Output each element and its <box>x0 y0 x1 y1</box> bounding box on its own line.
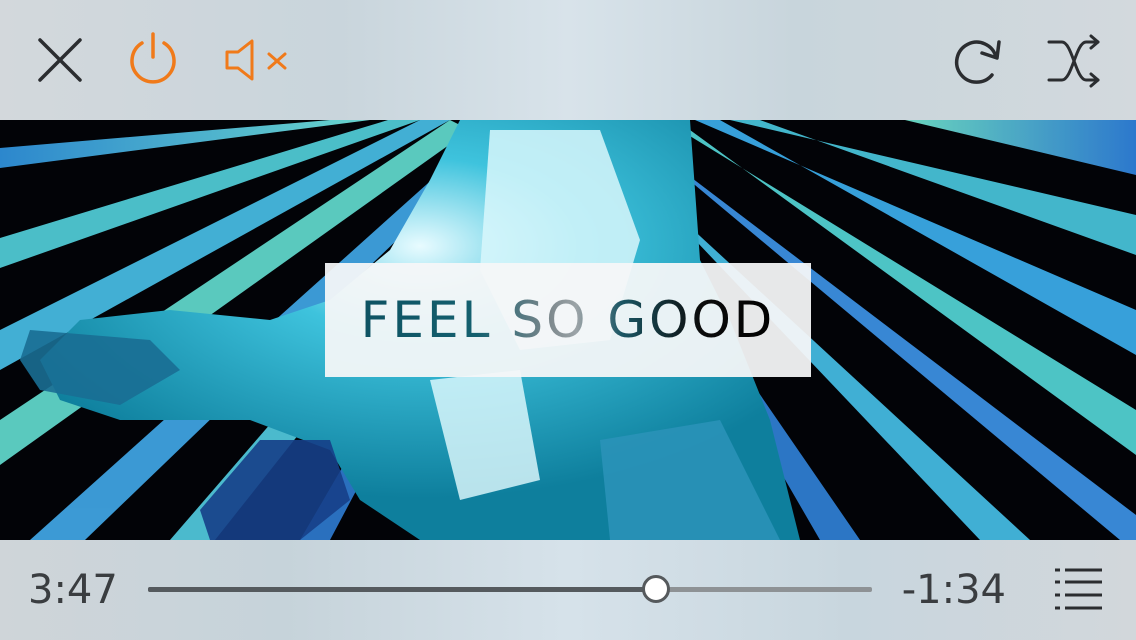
mute-button[interactable] <box>222 34 292 86</box>
playlist-button[interactable] <box>1050 563 1106 615</box>
title-overlay: FEEL SO GOOD <box>325 263 811 377</box>
video-title: FEEL SO GOOD <box>360 291 776 349</box>
power-button[interactable] <box>123 29 183 89</box>
repeat-icon <box>954 40 1001 84</box>
remaining-time: -1:34 <box>901 567 1006 613</box>
repeat-button[interactable] <box>948 31 1008 91</box>
close-button[interactable] <box>30 30 90 90</box>
top-toolbar <box>0 0 1136 120</box>
elapsed-time: 3:47 <box>28 567 118 613</box>
progress-thumb[interactable] <box>641 575 670 603</box>
playlist-icon <box>1055 568 1102 610</box>
video-frame[interactable]: FEEL SO GOOD <box>0 120 1136 540</box>
close-icon <box>38 38 82 82</box>
shuffle-button[interactable] <box>1044 32 1104 90</box>
video-player: FEEL SO GOOD 3:47 -1:34 <box>0 0 1136 640</box>
shuffle-icon <box>1047 34 1100 88</box>
progress-slider[interactable] <box>148 575 872 603</box>
speaker-muted-icon <box>225 39 287 81</box>
power-icon <box>130 32 176 84</box>
progress-fill <box>148 587 655 592</box>
